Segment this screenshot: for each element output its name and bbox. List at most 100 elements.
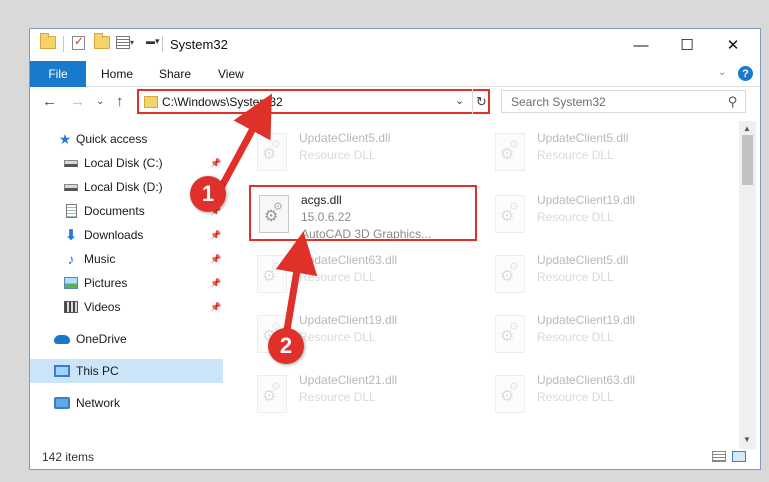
nav-label: Downloads	[84, 228, 144, 242]
pin-icon[interactable]: 📌	[210, 302, 221, 313]
title-bar: ▾ ▬▾ System32 — ☐ ✕	[30, 29, 760, 61]
help-icon[interactable]: ?	[738, 66, 753, 81]
dll-file-icon	[495, 315, 525, 353]
folder-icon	[40, 33, 56, 49]
tab-share[interactable]: Share	[159, 61, 191, 87]
minimize-button[interactable]: —	[618, 29, 664, 61]
file-item-acgs[interactable]: acgs.dll 15.0.6.22 AutoCAD 3D Graphics..…	[249, 185, 477, 241]
nav-item-onedrive[interactable]: OneDrive	[30, 327, 223, 351]
file-item[interactable]: UpdateClient19.dll Resource DLL	[487, 187, 715, 243]
dll-file-icon	[495, 133, 525, 171]
properties-icon[interactable]: ▾	[116, 36, 134, 49]
search-input[interactable]: Search System32 ⚲	[501, 90, 746, 113]
nav-label: Local Disk (D:)	[84, 180, 163, 194]
dll-file-icon	[257, 375, 287, 413]
large-icons-view-icon[interactable]	[732, 451, 746, 462]
navigation-pane: ★ Quick access Local Disk (C:) 📌 Local D…	[30, 121, 225, 441]
file-item[interactable]: UpdateClient63.dll Resource DLL	[249, 247, 477, 303]
file-description: Resource DLL	[537, 148, 614, 162]
drive-icon	[63, 156, 79, 170]
close-button[interactable]: ✕	[710, 29, 756, 61]
nav-label: Network	[76, 396, 121, 410]
forward-arrow-icon[interactable]: →	[70, 93, 85, 110]
computer-icon	[54, 364, 70, 378]
file-name: UpdateClient19.dll	[299, 313, 398, 327]
file-item[interactable]: UpdateClient5.dll Resource DLL	[249, 125, 477, 181]
tab-view[interactable]: View	[218, 61, 244, 87]
file-name: UpdateClient19.dll	[537, 193, 636, 207]
recent-locations-icon[interactable]: ⌄	[96, 96, 104, 107]
properties-check-icon[interactable]	[72, 34, 85, 50]
separator	[162, 36, 163, 52]
address-path[interactable]: C:\Windows\System32	[162, 95, 283, 109]
network-icon	[54, 396, 70, 410]
file-name: acgs.dll	[301, 193, 342, 207]
customize-toolbar-icon[interactable]: ▬▾	[146, 36, 160, 47]
dll-file-icon	[257, 255, 287, 293]
nav-label: Quick access	[76, 132, 148, 146]
onedrive-icon	[54, 332, 70, 346]
file-name: UpdateClient63.dll	[299, 253, 398, 267]
file-name: UpdateClient5.dll	[537, 253, 629, 267]
file-explorer-window: ▾ ▬▾ System32 — ☐ ✕ File Home Share View…	[29, 28, 761, 470]
search-icon[interactable]: ⚲	[728, 94, 738, 110]
file-item[interactable]: UpdateClient5.dll Resource DLL	[487, 247, 715, 303]
nav-label: Pictures	[84, 276, 128, 290]
dll-file-icon	[495, 255, 525, 293]
refresh-icon[interactable]: ↻	[472, 89, 490, 114]
dll-file-icon	[257, 133, 287, 171]
pin-icon[interactable]: 📌	[210, 254, 221, 265]
address-bar[interactable]: C:\Windows\System32 ⌄ ↻	[137, 89, 490, 114]
nav-label: Local Disk (C:)	[84, 156, 163, 170]
file-name: UpdateClient63.dll	[537, 373, 636, 387]
vertical-scrollbar[interactable]: ▲ ▼	[739, 121, 756, 449]
navigation-bar: ← → ⌄ ↑ C:\Windows\System32 ⌄ ↻ Search S…	[30, 87, 760, 119]
download-icon: ⬇	[64, 227, 78, 244]
nav-item-network[interactable]: Network	[30, 391, 223, 415]
nav-item-downloads[interactable]: ⬇ Downloads 📌	[30, 223, 223, 247]
address-dropdown-icon[interactable]: ⌄	[455, 94, 464, 107]
file-name: UpdateClient5.dll	[299, 131, 391, 145]
nav-item-local-disk-c[interactable]: Local Disk (C:) 📌	[30, 151, 223, 175]
nav-item-this-pc[interactable]: This PC	[30, 359, 223, 383]
file-name: UpdateClient5.dll	[537, 131, 629, 145]
scroll-up-icon[interactable]: ▲	[743, 124, 751, 133]
nav-item-pictures[interactable]: Pictures 📌	[30, 271, 223, 295]
file-list: UpdateClient5.dll Resource DLL acgs.dll …	[247, 121, 742, 439]
file-description: Resource DLL	[537, 390, 614, 404]
tab-file[interactable]: File	[30, 61, 86, 87]
file-item[interactable]: UpdateClient63.dll Resource DLL	[487, 367, 715, 423]
maximize-button[interactable]: ☐	[664, 29, 710, 61]
scrollbar-thumb[interactable]	[742, 135, 753, 185]
file-version: 15.0.6.22	[301, 210, 352, 224]
search-placeholder: Search System32	[511, 95, 606, 109]
up-arrow-icon[interactable]: ↑	[116, 93, 124, 110]
back-arrow-icon[interactable]: ←	[42, 93, 57, 110]
expand-ribbon-icon[interactable]: ⌄	[718, 67, 726, 78]
documents-icon	[63, 204, 79, 218]
step-2-badge: 2	[268, 328, 304, 364]
nav-label: Videos	[84, 300, 121, 314]
new-folder-icon[interactable]	[94, 33, 110, 49]
pin-icon[interactable]: 📌	[210, 278, 221, 289]
nav-label: Documents	[84, 204, 145, 218]
drive-icon	[63, 180, 79, 194]
file-description: Resource DLL	[537, 210, 614, 224]
dll-file-icon	[495, 375, 525, 413]
pin-icon[interactable]: 📌	[210, 230, 221, 241]
file-description: AutoCAD 3D Graphics...	[301, 227, 432, 241]
details-view-icon[interactable]	[712, 451, 726, 462]
nav-item-music[interactable]: ♪ Music 📌	[30, 247, 223, 271]
file-item[interactable]: UpdateClient19.dll Resource DLL	[487, 307, 715, 363]
nav-item-quick-access[interactable]: ★ Quick access	[30, 127, 223, 151]
window-title: System32	[170, 37, 228, 52]
nav-item-videos[interactable]: Videos 📌	[30, 295, 223, 319]
item-count: 142 items	[42, 450, 95, 464]
file-item[interactable]: UpdateClient21.dll Resource DLL	[249, 367, 477, 423]
file-description: Resource DLL	[537, 330, 614, 344]
pin-icon[interactable]: 📌	[210, 158, 221, 169]
file-item[interactable]: UpdateClient5.dll Resource DLL	[487, 125, 715, 181]
tab-home[interactable]: Home	[101, 61, 133, 87]
folder-icon	[144, 96, 158, 108]
file-name: UpdateClient19.dll	[537, 313, 636, 327]
